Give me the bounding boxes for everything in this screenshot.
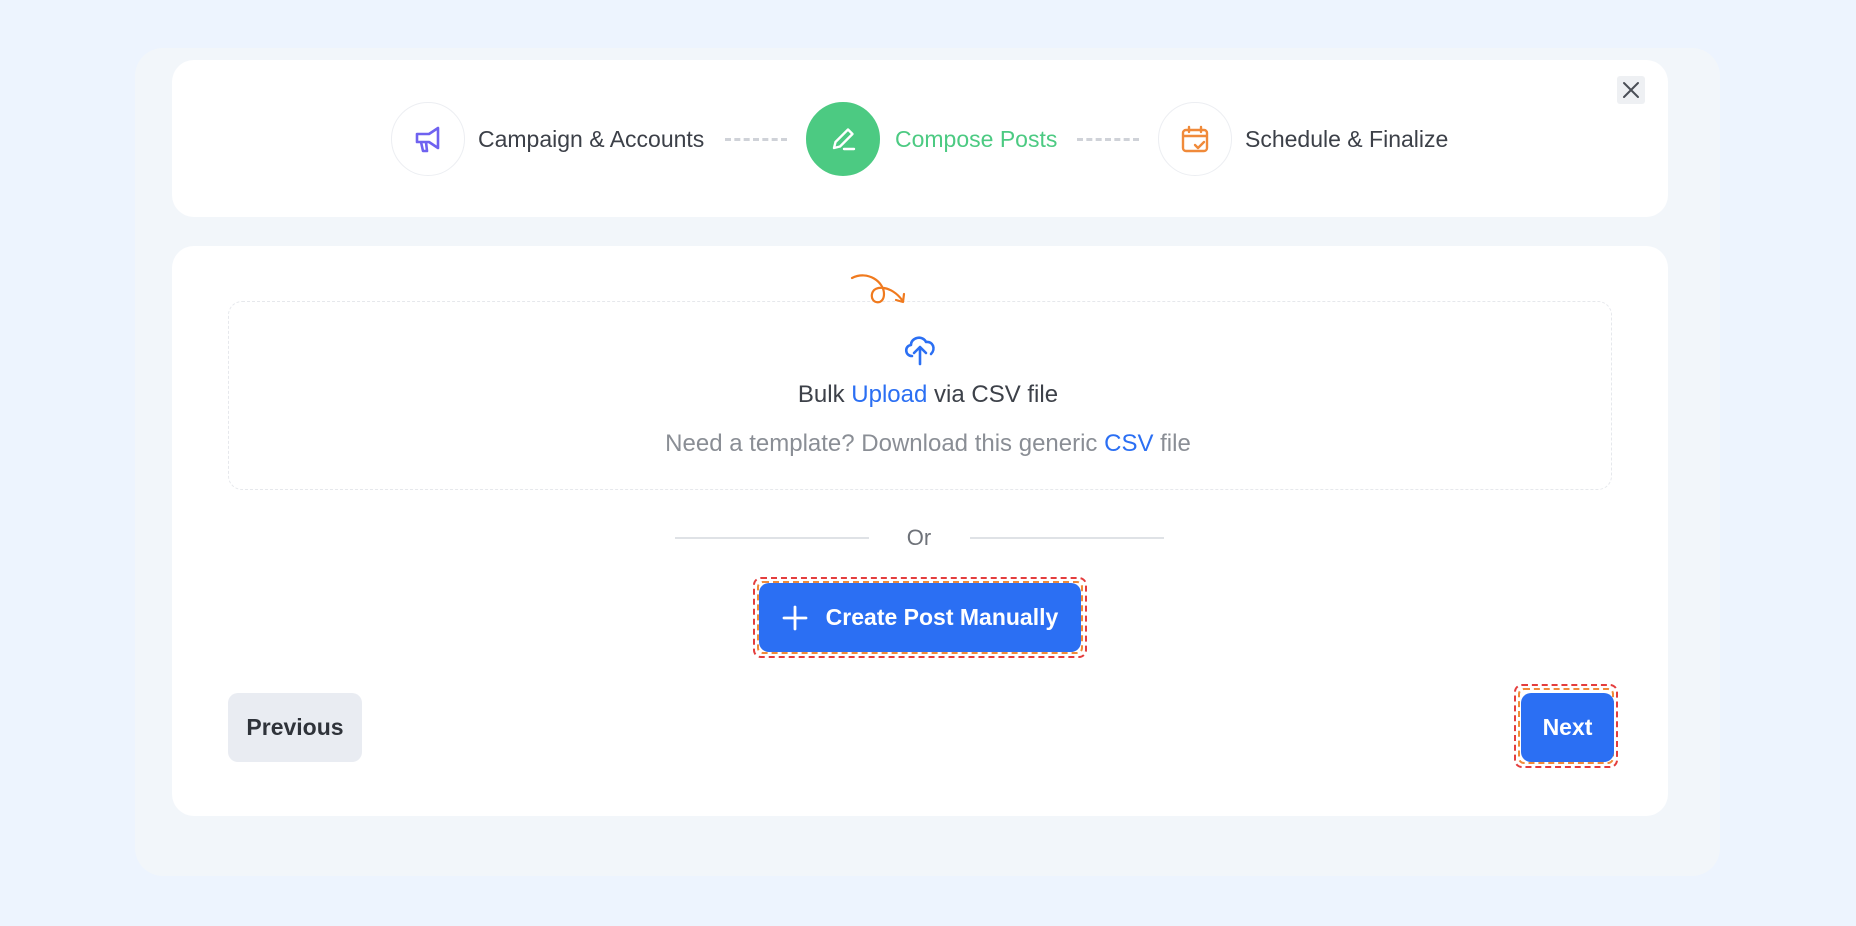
or-divider-label: Or (906, 525, 932, 550)
template-hint-suffix: file (1160, 430, 1191, 457)
create-post-manually-button[interactable]: Create Post Manually (759, 583, 1081, 652)
step-2-circle[interactable] (806, 102, 880, 176)
upload-link[interactable]: Upload (851, 381, 927, 408)
plus-icon (782, 605, 808, 630)
step-3-label: Schedule & Finalize (1245, 126, 1449, 152)
previous-button[interactable]: Previous (228, 693, 362, 762)
template-hint: Need a template? Download this generic C… (0, 429, 1856, 459)
curly-arrow-icon (850, 274, 906, 304)
megaphone-icon (415, 126, 440, 153)
pencil-icon (832, 128, 856, 151)
close-button[interactable] (1617, 76, 1645, 104)
step-1-circle[interactable] (391, 102, 465, 176)
close-icon (1623, 82, 1639, 98)
next-button[interactable]: Next (1521, 693, 1614, 762)
template-hint-prefix: Need a template? Download this generic (665, 430, 1098, 457)
step-2-label: Compose Posts (895, 126, 1058, 152)
csv-template-link[interactable]: CSV (1104, 430, 1153, 457)
step-connector-2 (1077, 138, 1139, 141)
cloud-upload-icon[interactable] (901, 330, 939, 366)
step-1-label: Campaign & Accounts (478, 126, 705, 152)
step-3-circle[interactable] (1158, 102, 1232, 176)
bulk-upload-suffix: via CSV file (934, 381, 1059, 408)
calendar-check-icon (1181, 125, 1209, 153)
or-divider-right (970, 537, 1164, 539)
bulk-upload-title: Bulk Upload via CSV file (0, 380, 1856, 410)
bulk-upload-prefix: Bulk (797, 381, 845, 408)
create-post-label: Create Post Manually (825, 604, 1059, 630)
step-connector-1 (725, 138, 787, 141)
